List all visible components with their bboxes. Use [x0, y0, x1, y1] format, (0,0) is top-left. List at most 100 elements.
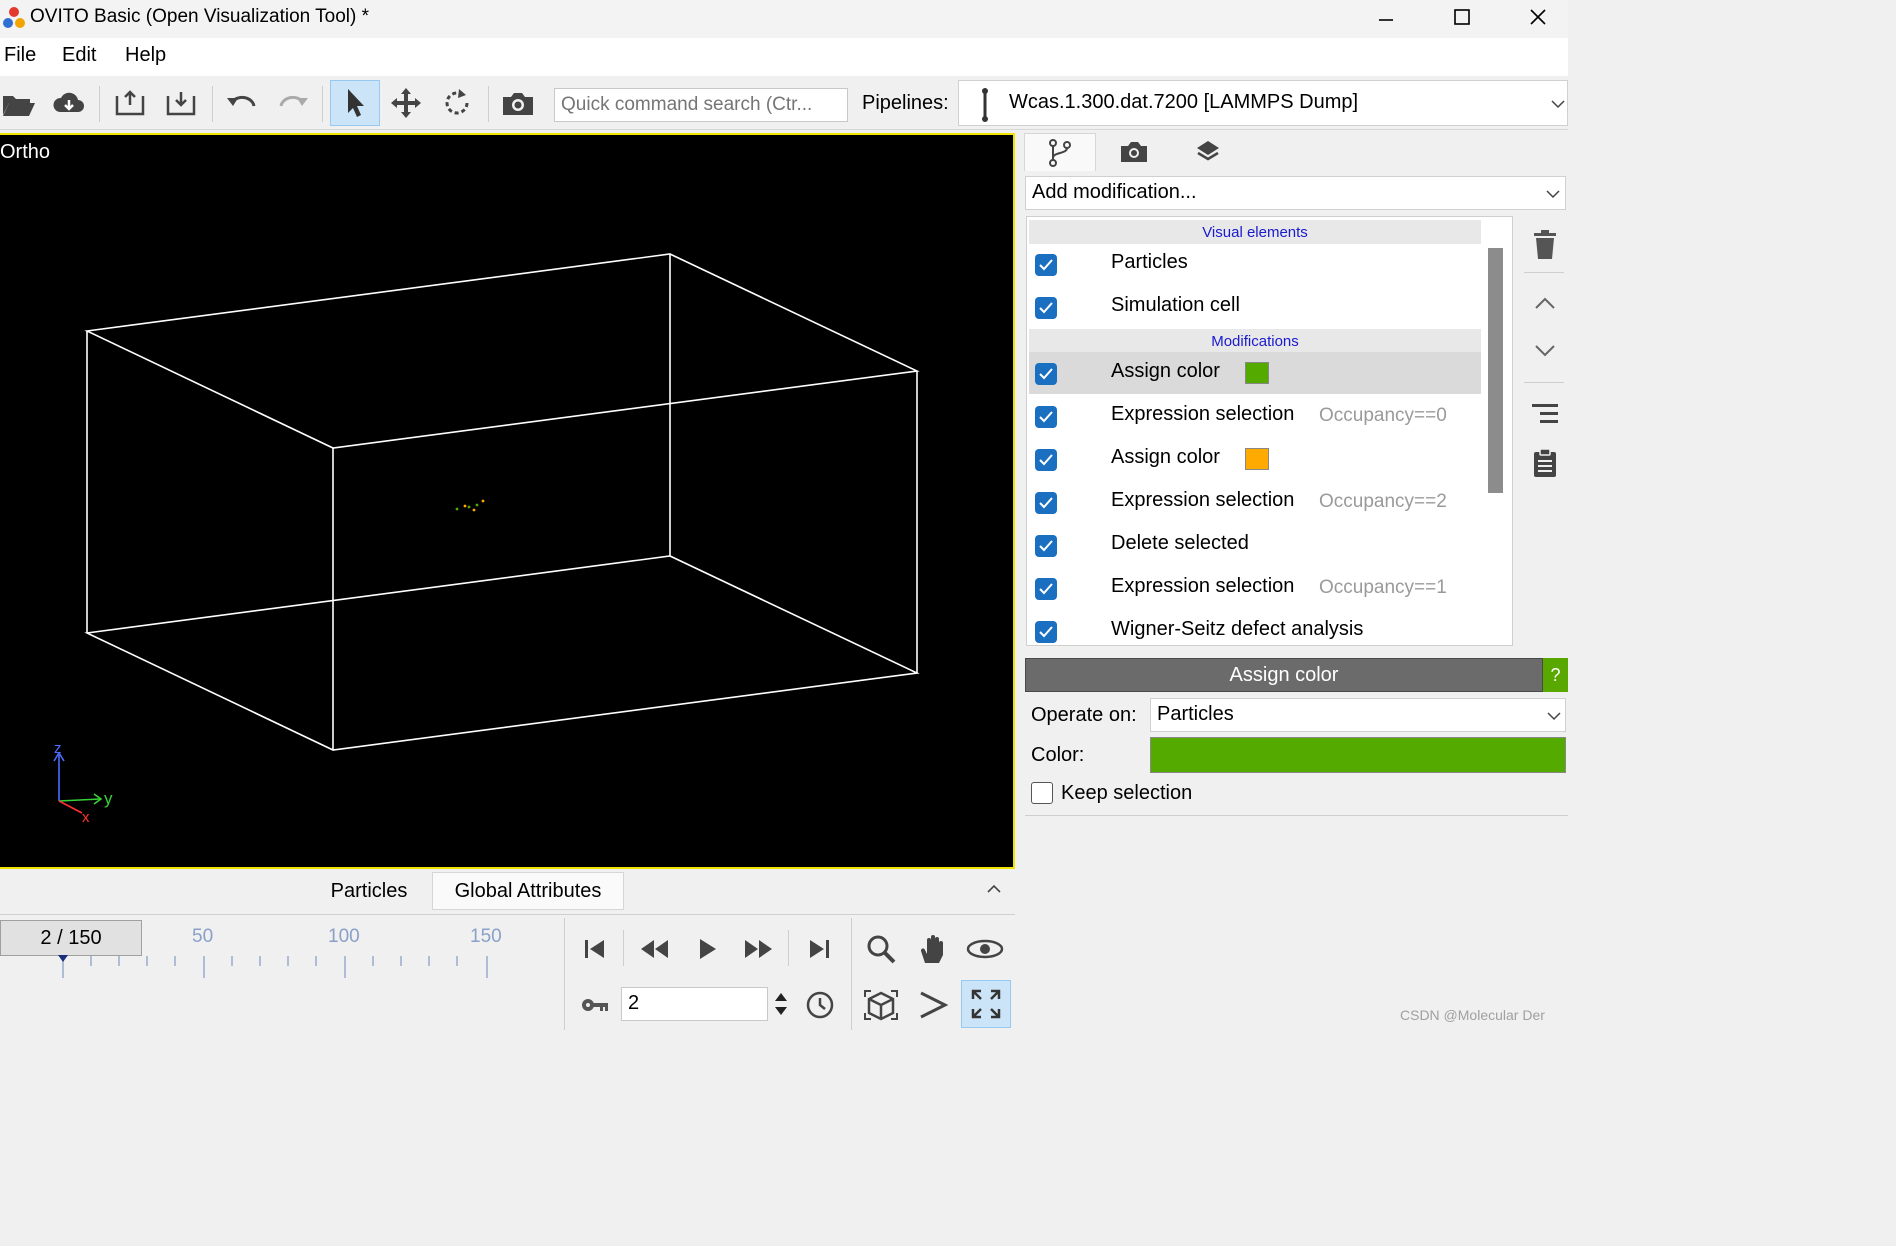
list-item[interactable]: Particles	[1029, 243, 1481, 285]
timeline-tick-label: 100	[328, 926, 360, 947]
checkbox[interactable]	[1035, 297, 1057, 319]
import-button[interactable]	[158, 80, 204, 126]
checkmark-icon	[1039, 583, 1053, 595]
frame-spinner-input[interactable]: 2	[621, 987, 768, 1021]
tab-particles[interactable]: Particles	[310, 872, 428, 910]
tab-overlays[interactable]	[1172, 133, 1244, 171]
tab-global-attributes[interactable]: Global Attributes	[432, 872, 624, 910]
cube-icon	[864, 990, 898, 1021]
selection-mode-button[interactable]	[330, 80, 380, 126]
menu-edit[interactable]: Edit	[62, 44, 96, 67]
export-button[interactable]	[107, 80, 153, 126]
next-frame-button[interactable]	[735, 926, 781, 972]
list-scrollbar[interactable]	[1488, 248, 1503, 493]
color-swatch	[1245, 362, 1269, 384]
axis-x-label: x	[82, 809, 90, 826]
delete-modifier-button[interactable]	[1522, 222, 1568, 268]
pipeline-actions-bar	[1520, 216, 1568, 506]
layers-icon	[1197, 141, 1219, 161]
previous-frame-button[interactable]	[632, 926, 678, 972]
command-panel-tabs	[1020, 133, 1568, 171]
list-item[interactable]: Assign color	[1029, 438, 1481, 480]
close-button[interactable]	[1500, 0, 1576, 34]
keyframe-mode-button[interactable]	[572, 982, 618, 1028]
group-modifiers-button[interactable]	[1522, 390, 1568, 436]
pan-mode-button[interactable]	[383, 80, 429, 126]
list-item[interactable]: Expression selection Occupancy==2	[1029, 481, 1481, 523]
jump-to-start-button[interactable]	[572, 926, 618, 972]
list-item-label: Simulation cell	[1111, 294, 1240, 316]
list-item-status: Occupancy==2	[1319, 491, 1447, 512]
load-remote-button[interactable]	[46, 80, 92, 126]
pipeline-selector[interactable]: Wcas.1.300.dat.7200 [LAMMPS Dump]	[958, 80, 1568, 126]
checkmark-icon	[1039, 454, 1053, 466]
move-up-button[interactable]	[1522, 280, 1568, 326]
fov-button[interactable]	[910, 982, 956, 1028]
checkbox[interactable]	[1035, 535, 1057, 557]
orbit-mode-button[interactable]	[434, 80, 480, 126]
keep-selection-checkbox[interactable]	[1031, 782, 1053, 804]
timeline-slider[interactable]	[0, 950, 560, 982]
pick-orbit-center-button[interactable]	[858, 982, 904, 1028]
keep-selection-label: Keep selection	[1061, 782, 1193, 804]
list-item[interactable]: Wigner-Seitz defect analysis	[1029, 610, 1481, 645]
tab-pipeline[interactable]	[1024, 133, 1096, 171]
undo-button[interactable]	[219, 80, 265, 126]
move-down-button[interactable]	[1522, 328, 1568, 374]
checkbox[interactable]	[1035, 406, 1057, 428]
timeline-tick-label: 50	[192, 926, 214, 947]
zoom-mode-button[interactable]	[858, 926, 904, 972]
menu-bar: File Edit Help	[0, 38, 1568, 76]
orbit-view-button[interactable]	[962, 926, 1008, 972]
render-button[interactable]	[495, 80, 541, 126]
list-item-label: Expression selection	[1111, 403, 1295, 425]
color-picker[interactable]	[1150, 737, 1566, 773]
skip-start-icon	[585, 940, 604, 958]
timeline-marker	[58, 955, 68, 962]
add-modification-dropdown[interactable]: Add modification...	[1025, 176, 1566, 210]
list-item[interactable]: Assign color	[1029, 352, 1481, 394]
checkbox[interactable]	[1035, 363, 1057, 385]
camera-icon	[503, 93, 533, 115]
quick-command-search-input[interactable]	[554, 88, 848, 122]
clipboard-icon	[1534, 448, 1556, 477]
help-button[interactable]: ?	[1543, 658, 1568, 692]
animation-settings-button[interactable]	[797, 982, 843, 1028]
maximize-button[interactable]	[1424, 0, 1500, 34]
checkmark-icon	[1039, 540, 1053, 552]
list-item[interactable]: Simulation cell	[1029, 286, 1481, 328]
tab-render[interactable]	[1098, 133, 1170, 171]
simulation-cell-box	[84, 253, 920, 751]
redo-button[interactable]	[270, 80, 316, 126]
manage-templates-button[interactable]	[1522, 440, 1568, 486]
import-icon	[166, 92, 196, 116]
checkbox[interactable]	[1035, 621, 1057, 643]
checkbox[interactable]	[1035, 492, 1057, 514]
open-file-button[interactable]	[0, 80, 42, 126]
chevron-up-icon[interactable]	[987, 884, 1001, 894]
checkmark-icon	[1039, 302, 1053, 314]
title-bar: OVITO Basic (Open Visualization Tool) *	[0, 0, 1568, 38]
hand-icon	[920, 935, 943, 963]
operate-on-select[interactable]: Particles	[1150, 698, 1566, 732]
checkbox[interactable]	[1035, 578, 1057, 600]
eye-orbit-icon	[966, 939, 1004, 959]
simulation-cell-render: z y x	[53, 253, 920, 826]
checkbox[interactable]	[1035, 449, 1057, 471]
menu-file[interactable]: File	[4, 44, 36, 67]
menu-help[interactable]: Help	[125, 44, 166, 67]
list-item[interactable]: Delete selected	[1029, 524, 1481, 566]
list-item[interactable]: Expression selection Occupancy==1	[1029, 567, 1481, 609]
axis-tripod: z y x	[53, 740, 113, 826]
list-item[interactable]: Expression selection Occupancy==0	[1029, 395, 1481, 437]
pan-view-button[interactable]	[910, 926, 956, 972]
play-button[interactable]	[684, 926, 730, 972]
maximize-icon	[1454, 9, 1470, 25]
maximize-viewport-button[interactable]	[961, 980, 1011, 1028]
spinner-arrows-icon[interactable]	[772, 988, 790, 1020]
minimize-button[interactable]	[1348, 0, 1424, 34]
viewport-ortho[interactable]: Ortho z y x	[0, 133, 1015, 869]
checkmark-icon	[1039, 411, 1053, 423]
checkbox[interactable]	[1035, 254, 1057, 276]
jump-to-end-button[interactable]	[796, 926, 842, 972]
